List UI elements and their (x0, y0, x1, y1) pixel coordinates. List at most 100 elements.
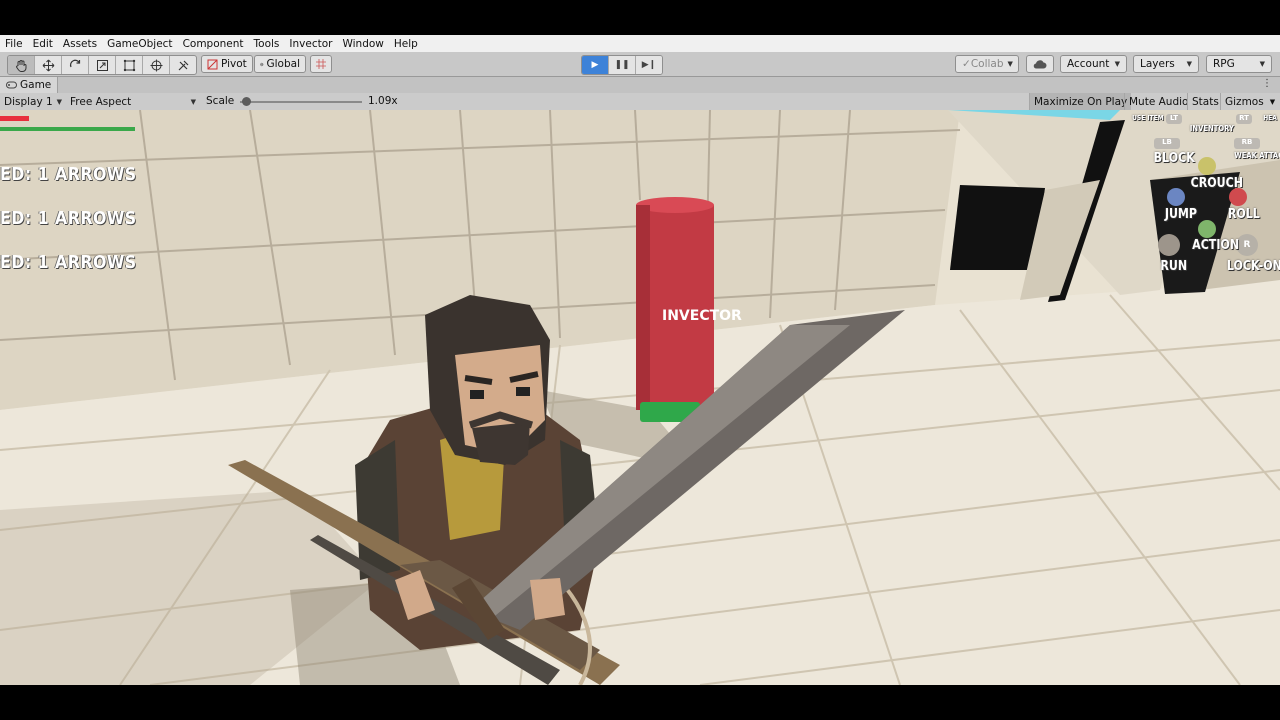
left-stick-icon (1158, 234, 1180, 256)
chevron-down-icon: ▼ (1114, 60, 1120, 68)
layers-label: Layers (1140, 58, 1175, 70)
hand-icon[interactable] (8, 56, 35, 74)
game-scene: INVECTOR (0, 110, 1280, 685)
chevron-down-icon: ▼ (1269, 97, 1276, 106)
more-options-icon[interactable]: ⋮ (1262, 78, 1272, 89)
gamepad-icon (6, 81, 17, 89)
step-button[interactable]: ▶❙ (636, 56, 662, 74)
y-button-icon (1198, 157, 1216, 175)
playback-controls: ▶ ❚❚ ▶❙ (581, 55, 663, 75)
layout-label: RPG (1213, 58, 1235, 70)
mute-audio-toggle[interactable]: Mute Audio (1124, 93, 1192, 110)
pivot-label: Pivot (221, 58, 247, 70)
health-bar-fill (0, 116, 29, 121)
hud-message: ED: 1 ARROWS (0, 252, 137, 273)
chevron-down-icon: ▼ (1186, 60, 1192, 68)
action-label: ACTION (1192, 238, 1240, 253)
a-button-icon (1198, 220, 1216, 238)
transform-tools (7, 55, 197, 75)
collab-label: Collab (970, 58, 1004, 70)
tab-game[interactable]: Game (0, 77, 59, 93)
rotate-icon[interactable] (62, 56, 89, 74)
grid-snap-button[interactable] (310, 55, 332, 73)
scale-value: 1.09x (368, 95, 398, 107)
pivot-toggle[interactable]: Pivot (201, 55, 253, 73)
heavy-label: HEA (1263, 114, 1277, 122)
globe-icon (260, 62, 264, 66)
menu-edit[interactable]: Edit (28, 38, 58, 50)
menu-component[interactable]: Component (178, 38, 249, 50)
use-item-label: USE ITEM (1132, 114, 1164, 122)
lock-on-label: LOCK-ON (1226, 259, 1280, 274)
gizmos-dropdown[interactable]: Gizmos ▼ (1220, 93, 1280, 110)
menu-help[interactable]: Help (389, 38, 423, 50)
main-toolbar: Pivot Global ▶ ❚❚ ▶❙ ✓ Collab ▼ Account … (0, 52, 1280, 77)
play-button[interactable]: ▶ (582, 56, 609, 74)
pivot-icon (207, 59, 218, 69)
menu-invector[interactable]: Invector (284, 38, 337, 50)
game-view-toolbar: Display 1 ▼ Free Aspect ▼ Scale 1.09x Ma… (0, 93, 1280, 111)
b-button-icon (1229, 188, 1247, 206)
scale-icon[interactable] (89, 56, 116, 74)
lb-button-icon: LB (1154, 138, 1180, 149)
chevron-down-icon: ▼ (1259, 60, 1265, 68)
menu-bar: File Edit Assets GameObject Component To… (0, 35, 1280, 52)
account-dropdown[interactable]: Account ▼ (1060, 55, 1127, 73)
rt-button-icon: RT (1236, 114, 1252, 124)
mute-label: Mute Audio (1129, 95, 1189, 108)
layout-dropdown[interactable]: RPG ▼ (1206, 55, 1272, 73)
right-stick-icon: R (1236, 234, 1258, 256)
menu-file[interactable]: File (0, 38, 28, 50)
transform-icon[interactable] (143, 56, 170, 74)
stats-toggle[interactable]: Stats (1187, 93, 1223, 110)
menu-window[interactable]: Window (337, 38, 388, 50)
block-label: BLOCK (1153, 151, 1195, 166)
run-label: RUN (1160, 259, 1188, 274)
chevron-down-icon: ▼ (1007, 60, 1013, 68)
jump-label: JUMP (1164, 207, 1198, 222)
scale-slider-track[interactable] (240, 101, 362, 103)
health-bar (0, 116, 130, 121)
stamina-bar (0, 127, 135, 131)
scale-label: Scale (206, 95, 235, 107)
display-label: Display 1 (4, 95, 53, 108)
inventory-label: INVENTORY (1189, 124, 1234, 133)
stamina-bar-fill (0, 127, 135, 131)
chevron-down-icon: ▼ (56, 97, 62, 106)
tab-game-label: Game (20, 79, 52, 91)
rb-button-icon: RB (1234, 138, 1260, 149)
account-label: Account (1067, 58, 1110, 70)
custom-tool-icon[interactable] (170, 56, 196, 74)
hud-message: ED: 1 ARROWS (0, 164, 137, 185)
x-button-icon (1167, 188, 1185, 206)
move-icon[interactable] (35, 56, 62, 74)
letterbox-top (0, 0, 1280, 35)
scale-slider-handle[interactable] (242, 97, 252, 106)
hud-message: ED: 1 ARROWS (0, 208, 137, 229)
cloud-icon (1033, 59, 1047, 69)
rect-icon[interactable] (116, 56, 143, 74)
global-toggle[interactable]: Global (254, 55, 306, 73)
pause-button[interactable]: ❚❚ (609, 56, 636, 74)
layers-dropdown[interactable]: Layers ▼ (1133, 55, 1199, 73)
menu-gameobject[interactable]: GameObject (102, 38, 177, 50)
aspect-label: Free Aspect (70, 95, 132, 108)
maximize-on-play-toggle[interactable]: Maximize On Play (1029, 93, 1132, 110)
menu-tools[interactable]: Tools (249, 38, 285, 50)
weak-attack-label: WEAK ATTACK (1234, 151, 1280, 160)
display-dropdown[interactable]: Display 1 ▼ (0, 93, 66, 110)
cloud-button[interactable] (1026, 55, 1054, 73)
lt-button-icon: LT (1166, 114, 1182, 124)
grid-icon (316, 59, 326, 69)
aspect-dropdown[interactable]: Free Aspect ▼ (66, 93, 200, 110)
game-viewport[interactable]: INVECTOR ED: 1 ARROWS ED: 1 ARROWS ED: 1… (0, 110, 1280, 685)
letterbox-bottom (0, 685, 1280, 720)
global-label: Global (266, 58, 301, 70)
menu-assets[interactable]: Assets (58, 38, 102, 50)
collab-dropdown[interactable]: ✓ Collab ▼ (955, 55, 1019, 73)
gizmos-label: Gizmos (1225, 95, 1264, 108)
game-tab-bar: Game ⋮ (0, 77, 1280, 93)
stats-label: Stats (1192, 95, 1219, 108)
roll-label: ROLL (1227, 207, 1260, 222)
maximize-label: Maximize On Play (1034, 95, 1128, 108)
